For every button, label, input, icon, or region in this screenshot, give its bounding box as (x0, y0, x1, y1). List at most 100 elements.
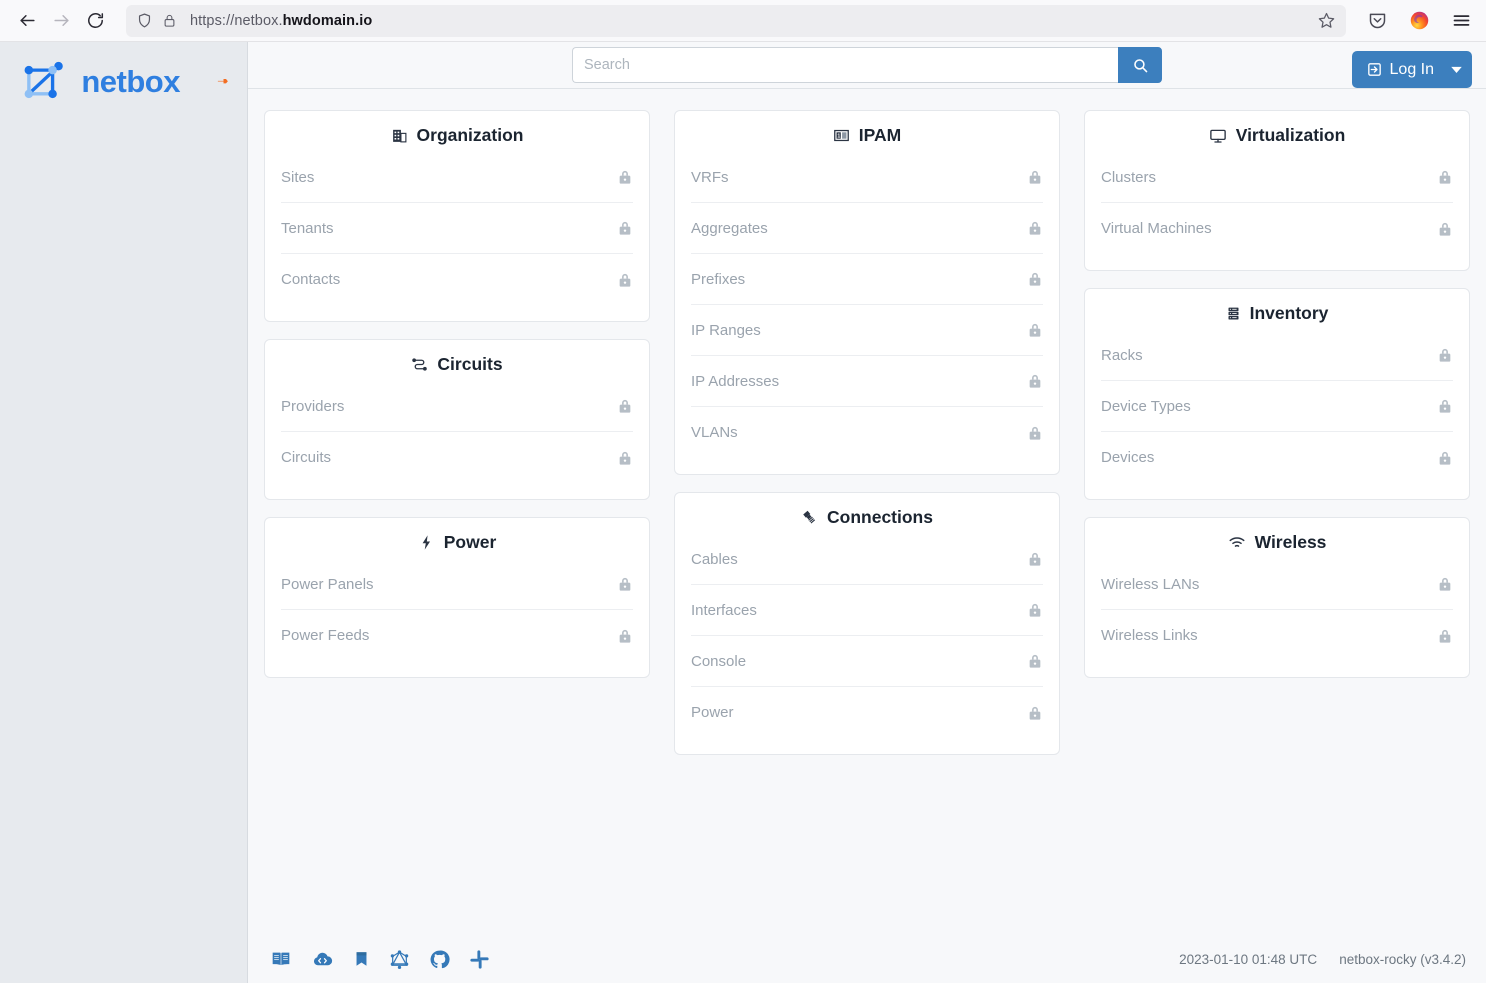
card-title-wireless: Wireless (1085, 532, 1469, 559)
back-arrow-icon (18, 11, 37, 30)
dashboard-row-providers[interactable]: Providers (281, 381, 633, 432)
brand-name: netbox (81, 66, 180, 97)
card-wireless: Wireless Wireless LANs Wireless Links (1084, 517, 1470, 678)
pocket-button[interactable] (1362, 6, 1392, 36)
footer-links (270, 949, 490, 970)
reload-button[interactable] (78, 4, 112, 38)
card-title-ipam: 1 IPAM (675, 125, 1059, 152)
dashboard-row-prefixes[interactable]: Prefixes (691, 254, 1043, 305)
dashboard-row-ip-ranges[interactable]: IP Ranges (691, 305, 1043, 356)
lock-icon (617, 627, 633, 645)
graphql-icon[interactable] (389, 949, 410, 970)
lock-icon (617, 449, 633, 467)
login-dropdown-toggle[interactable] (1446, 51, 1472, 88)
server-icon (1226, 305, 1241, 322)
card-rows: Cables Interfaces (675, 534, 1059, 738)
dashboard-row-aggregates[interactable]: Aggregates (691, 203, 1043, 254)
row-label: Devices (1101, 449, 1154, 466)
dashboard-row-interfaces[interactable]: Interfaces (691, 585, 1043, 636)
login-button-group: Log In (1352, 51, 1472, 88)
sidebar-pin-button[interactable] (216, 74, 231, 89)
dashboard-row-power-feeds[interactable]: Power Feeds (281, 610, 633, 661)
dashboard-row-circuits[interactable]: Circuits (281, 432, 633, 483)
back-button[interactable] (10, 4, 44, 38)
dashboard-row-sites[interactable]: Sites (281, 152, 633, 203)
dashboard-row-power-panels[interactable]: Power Panels (281, 559, 633, 610)
row-label: Interfaces (691, 602, 757, 619)
lock-icon (1437, 449, 1453, 467)
card-power: Power Power Panels Power Feeds (264, 517, 650, 678)
search-button[interactable] (1118, 47, 1162, 83)
search-icon (1132, 57, 1149, 74)
row-label: Power (691, 704, 734, 721)
lock-icon (617, 271, 633, 289)
dashboard-row-cables[interactable]: Cables (691, 534, 1043, 585)
pocket-icon (1367, 10, 1388, 31)
pin-icon (216, 74, 231, 89)
footer-timestamp: 2023-01-10 01:48 UTC (1179, 952, 1317, 967)
counter-icon: 1 (833, 127, 850, 144)
row-label: IP Addresses (691, 373, 779, 390)
card-connections: Connections Cables Interfaces (674, 492, 1060, 755)
card-heading: IPAM (859, 125, 901, 146)
card-title-connections: Connections (675, 507, 1059, 534)
dashboard-row-wireless-links[interactable]: Wireless Links (1101, 610, 1453, 661)
dashboard-row-device-types[interactable]: Device Types (1101, 381, 1453, 432)
bookmark-button[interactable] (1317, 11, 1336, 30)
card-circuits: Circuits Providers Circuits (264, 339, 650, 500)
dashboard-columns: Organization Sites Tenants (248, 110, 1486, 755)
row-label: Prefixes (691, 271, 745, 288)
sidebar: netbox (0, 42, 248, 983)
monitor-icon (1209, 127, 1227, 145)
footer-version: netbox-rocky (v3.4.2) (1339, 952, 1466, 967)
card-heading: Circuits (437, 354, 502, 375)
card-heading: Inventory (1250, 303, 1329, 324)
dashboard-row-ip-addresses[interactable]: IP Addresses (691, 356, 1043, 407)
firefox-account-icon (1409, 10, 1430, 31)
card-inventory: Inventory Racks Device Types (1084, 288, 1470, 500)
row-label: Virtual Machines (1101, 220, 1212, 237)
netbox-logo-icon (16, 54, 71, 108)
lock-icon (1027, 372, 1043, 390)
row-label: Racks (1101, 347, 1143, 364)
dashboard-row-wireless-lans[interactable]: Wireless LANs (1101, 559, 1453, 610)
caret-down-icon (1451, 66, 1462, 73)
row-label: Tenants (281, 220, 334, 237)
dashboard-row-clusters[interactable]: Clusters (1101, 152, 1453, 203)
padlock-icon[interactable] (162, 12, 177, 29)
dashboard-row-racks[interactable]: Racks (1101, 330, 1453, 381)
login-button[interactable]: Log In (1352, 51, 1446, 88)
forward-button[interactable] (44, 4, 78, 38)
dashboard-column-3: Virtualization Clusters Virtual Machines (1084, 110, 1470, 678)
rest-api-cloud-icon[interactable] (311, 949, 334, 969)
address-bar[interactable]: https://netbox.hwdomain.io (126, 5, 1346, 37)
browser-actions (1358, 6, 1476, 36)
lock-icon (1437, 627, 1453, 645)
app-shell: netbox (0, 42, 1486, 983)
dashboard-row-power-connections[interactable]: Power (691, 687, 1043, 738)
sign-in-icon (1366, 61, 1383, 78)
dashboard-row-vrfs[interactable]: VRFs (691, 152, 1043, 203)
dashboard-column-2: 1 IPAM VRFs (674, 110, 1060, 755)
card-title-virtualization: Virtualization (1085, 125, 1469, 152)
lock-icon (1027, 168, 1043, 186)
dashboard-row-vlans[interactable]: VLANs (691, 407, 1043, 458)
github-icon[interactable] (429, 949, 450, 970)
slack-icon[interactable] (469, 949, 490, 970)
main-content: Log In (248, 42, 1486, 983)
row-label: Device Types (1101, 398, 1191, 415)
docs-book-icon[interactable] (270, 949, 292, 969)
dashboard-row-virtual-machines[interactable]: Virtual Machines (1101, 203, 1453, 254)
dashboard-row-console[interactable]: Console (691, 636, 1043, 687)
firefox-account-button[interactable] (1404, 6, 1434, 36)
lock-icon (1027, 704, 1043, 722)
search-input[interactable] (572, 47, 1118, 83)
changelog-book-icon[interactable] (353, 949, 370, 969)
dashboard-row-devices[interactable]: Devices (1101, 432, 1453, 483)
shield-icon[interactable] (136, 12, 153, 29)
card-heading: Wireless (1255, 532, 1327, 553)
brand-logo[interactable]: netbox (0, 42, 247, 120)
dashboard-row-tenants[interactable]: Tenants (281, 203, 633, 254)
browser-menu-button[interactable] (1446, 6, 1476, 36)
dashboard-row-contacts[interactable]: Contacts (281, 254, 633, 305)
